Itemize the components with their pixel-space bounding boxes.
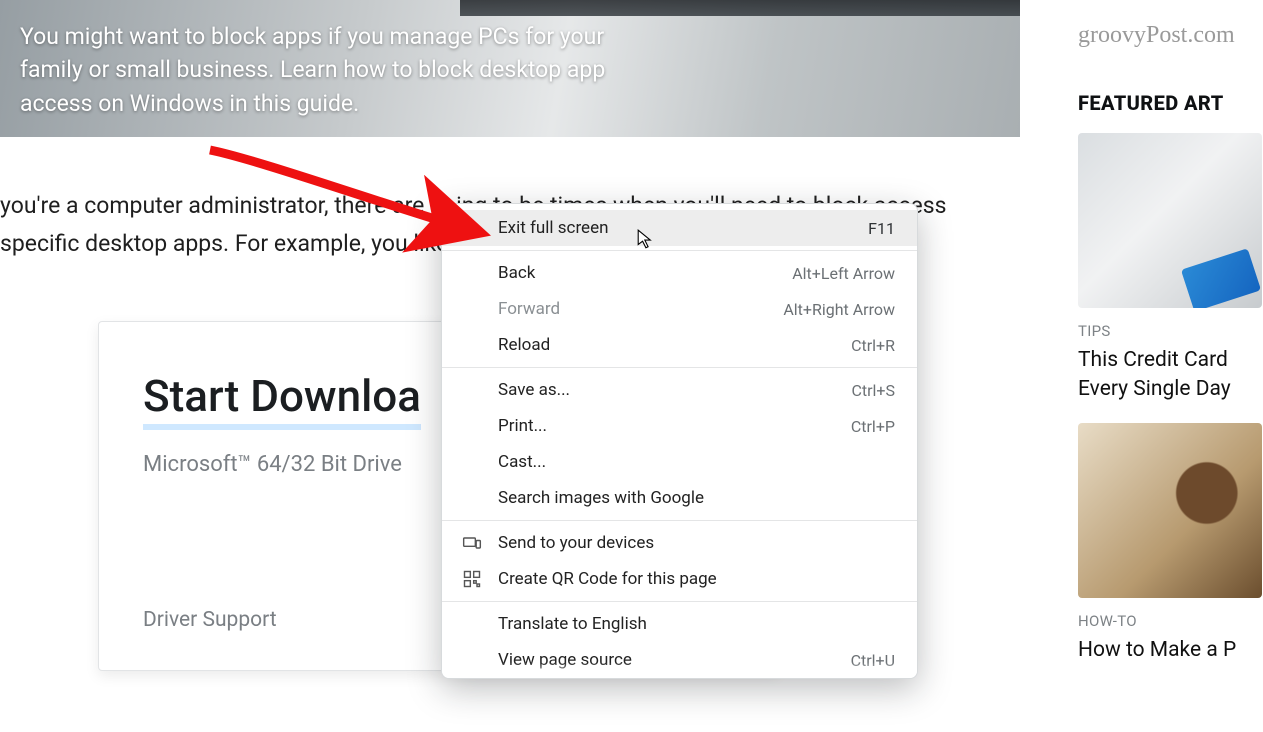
context-menu-label: Search images with Google <box>498 488 704 508</box>
context-menu-separator <box>442 250 917 251</box>
advert-title[interactable]: Start Downloa <box>143 370 421 430</box>
advert-brand: Driver Support <box>143 608 277 632</box>
context-menu-item[interactable]: Cast... <box>442 444 917 480</box>
featured-headline-2[interactable]: How to Make a P <box>1078 636 1263 665</box>
context-menu-label: Forward <box>498 299 560 319</box>
hero-banner: You might want to block apps if you mana… <box>0 0 1020 137</box>
featured-category-2[interactable]: HOW-TO <box>1078 612 1263 630</box>
context-menu-item[interactable]: Save as... Ctrl+S <box>442 372 917 408</box>
site-logo[interactable]: groovyPost.com <box>1078 22 1263 49</box>
context-menu-label: Exit full screen <box>498 218 608 238</box>
context-menu-shortcut: F11 <box>868 219 895 238</box>
devices-icon <box>462 533 482 553</box>
sidebar-section-title: FEATURED ART <box>1078 91 1263 115</box>
context-menu-item[interactable]: View page source Ctrl+U <box>442 642 917 678</box>
context-menu-label: Create QR Code for this page <box>498 569 717 589</box>
featured-headline-1[interactable]: This Credit Card Every Single Day <box>1078 346 1263 405</box>
context-menu-item[interactable]: Translate to English <box>442 606 917 642</box>
context-menu[interactable]: Exit full screen F11 Back Alt+Left Arrow For… <box>441 203 918 679</box>
context-menu-item[interactable]: Exit full screen F11 <box>442 210 917 246</box>
context-menu-item[interactable]: Create QR Code for this page <box>442 561 917 597</box>
featured-category-1[interactable]: TIPS <box>1078 322 1263 340</box>
context-menu-item[interactable]: Reload Ctrl+R <box>442 327 917 363</box>
context-menu-item[interactable]: Send to your devices <box>442 525 917 561</box>
context-menu-item: Forward Alt+Right Arrow <box>442 291 917 327</box>
context-menu-shortcut: Ctrl+P <box>851 417 895 436</box>
context-menu-label: Reload <box>498 335 550 355</box>
context-menu-shortcut: Ctrl+R <box>851 336 895 355</box>
context-menu-item[interactable]: Search images with Google <box>442 480 917 516</box>
context-menu-shortcut: Alt+Right Arrow <box>783 300 895 319</box>
context-menu-label: Back <box>498 263 535 283</box>
context-menu-separator <box>442 601 917 602</box>
context-menu-label: Print... <box>498 416 547 436</box>
context-menu-label: Send to your devices <box>498 533 654 553</box>
qr-icon <box>462 569 482 589</box>
featured-thumb-1[interactable] <box>1078 133 1262 308</box>
context-menu-item[interactable]: Back Alt+Left Arrow <box>442 255 917 291</box>
context-menu-shortcut: Ctrl+U <box>851 651 895 670</box>
context-menu-label: Save as... <box>498 380 570 400</box>
context-menu-shortcut: Alt+Left Arrow <box>792 264 895 283</box>
context-menu-shortcut: Ctrl+S <box>851 381 895 400</box>
context-menu-label: Translate to English <box>498 614 647 634</box>
sidebar: groovyPost.com FEATURED ART TIPS This Cr… <box>1038 0 1263 732</box>
context-menu-separator <box>442 367 917 368</box>
context-menu-separator <box>442 520 917 521</box>
hero-caption: You might want to block apps if you mana… <box>20 20 650 120</box>
context-menu-label: Cast... <box>498 452 546 472</box>
featured-thumb-2[interactable] <box>1078 423 1262 598</box>
context-menu-item[interactable]: Print... Ctrl+P <box>442 408 917 444</box>
context-menu-label: View page source <box>498 650 632 670</box>
